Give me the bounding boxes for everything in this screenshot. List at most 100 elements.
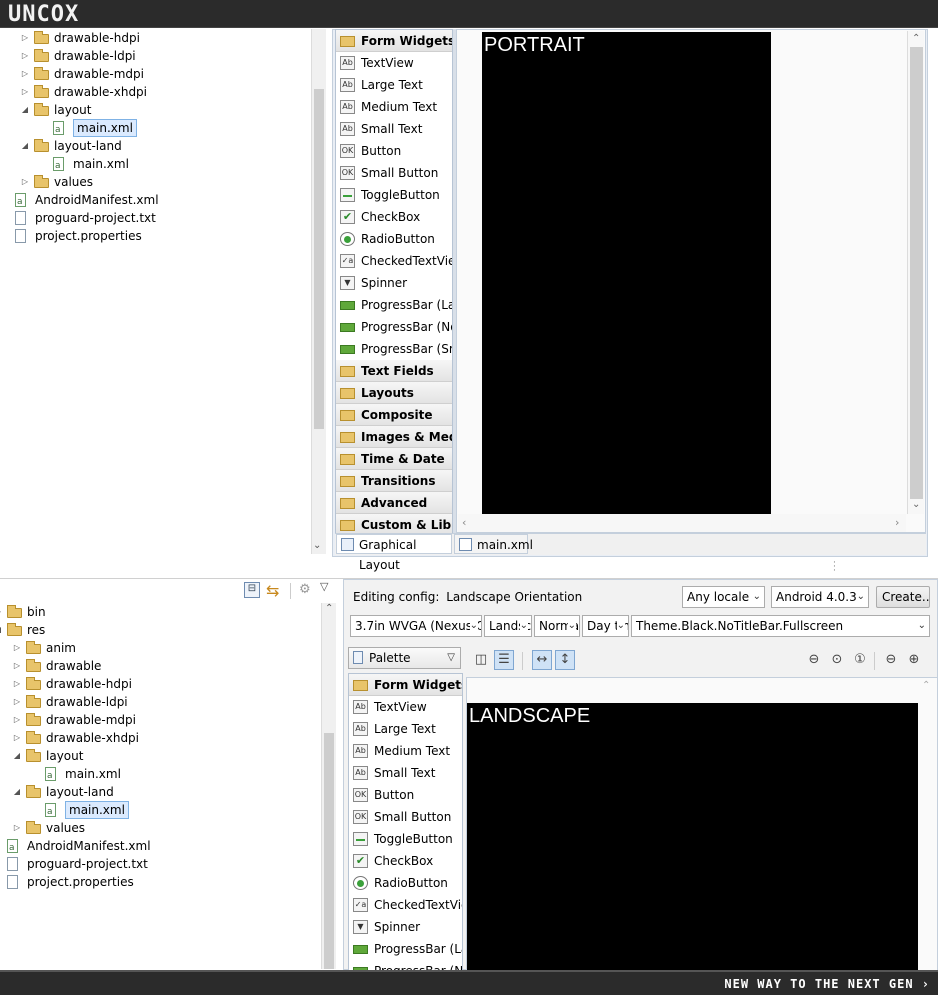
- night-mode-select[interactable]: Day time⌄: [582, 615, 629, 637]
- tree-item-values[interactable]: ▷ values: [0, 819, 300, 837]
- tree-item-project-properties[interactable]: project.properties: [0, 227, 300, 245]
- palette-category-text-fields[interactable]: Text Fields: [336, 360, 452, 382]
- palette-widget-radiobutton[interactable]: RadioButton: [349, 872, 462, 894]
- tree-item-drawable[interactable]: ▷ drawable: [0, 657, 300, 675]
- tree-item-layout-land[interactable]: ◢ layout-land: [0, 137, 300, 155]
- palette-widget-checkedtextview[interactable]: ✓a CheckedTextView: [336, 250, 452, 272]
- locale-select[interactable]: Any locale ⌄: [682, 586, 765, 608]
- bottom-tree-scroll-up-icon[interactable]: ⌃: [325, 603, 333, 614]
- collapsed-arrow-icon[interactable]: ▷: [12, 639, 22, 657]
- canvas-vertical-scrollbar[interactable]: ⌃ ⌄: [907, 31, 924, 514]
- canvas-scroll-down-icon[interactable]: ⌄: [912, 499, 920, 510]
- collapsed-arrow-icon[interactable]: ▷: [12, 819, 22, 837]
- create-config-button[interactable]: Create...: [876, 586, 930, 608]
- tree-item-res[interactable]: ◢ res: [0, 621, 300, 639]
- tree-item-main-xml[interactable]: main.xml: [0, 155, 300, 175]
- palette-widget-button[interactable]: OK Button: [349, 784, 462, 806]
- palette-widget-spinner[interactable]: ▼ Spinner: [349, 916, 462, 938]
- palette-category-form-widgets[interactable]: Form Widgets: [336, 30, 452, 52]
- bottom-tree-scrollbar[interactable]: ⌃: [321, 603, 336, 969]
- tree-item-drawable-ldpi[interactable]: ▷ drawable-ldpi: [0, 47, 300, 65]
- collapsed-arrow-icon[interactable]: ▷: [20, 65, 30, 83]
- scroll-left-icon[interactable]: ‹: [462, 516, 466, 529]
- tree-item-project-properties[interactable]: project.properties: [0, 873, 300, 891]
- canvas-scroll-up-icon[interactable]: ⌃: [912, 33, 920, 44]
- zoom-out-icon[interactable]: ⊖: [881, 650, 901, 670]
- palette-header[interactable]: Palette ▽: [348, 647, 461, 669]
- tree-item-anim[interactable]: ▷ anim: [0, 639, 300, 657]
- palette-category-layouts[interactable]: Layouts: [336, 382, 452, 404]
- palette-widget-small-text[interactable]: Ab Small Text: [349, 762, 462, 784]
- palette-category-time-date[interactable]: Time & Date: [336, 448, 452, 470]
- tree-item-drawable-ldpi[interactable]: ▷ drawable-ldpi: [0, 693, 300, 711]
- layout-vertical-icon[interactable]: ☰: [494, 650, 514, 670]
- theme-select[interactable]: Theme.Black.NoTitleBar.Fullscreen ⌄: [631, 615, 930, 637]
- tree-item-drawable-hdpi[interactable]: ▷ drawable-hdpi: [0, 675, 300, 693]
- canvas-scroll-thumb[interactable]: [910, 47, 923, 499]
- palette-widget-progressbar-normal[interactable]: ProgressBar (Normal): [336, 316, 452, 338]
- palette-widget-checkbox[interactable]: ✔ CheckBox: [336, 206, 452, 228]
- palette-category-advanced[interactable]: Advanced: [336, 492, 452, 514]
- tree-item-main-xml[interactable]: main.xml: [0, 801, 300, 821]
- tree-item-values[interactable]: ▷ values: [0, 173, 300, 191]
- palette-widget-small-button[interactable]: OK Small Button: [349, 806, 462, 828]
- palette-category-images-media[interactable]: Images & Media: [336, 426, 452, 448]
- fill-width-icon[interactable]: ↔: [532, 650, 552, 670]
- palette-widget-large-text[interactable]: Ab Large Text: [336, 74, 452, 96]
- top-tree-scroll-thumb[interactable]: [314, 89, 324, 429]
- tree-item-androidmanifest-xml[interactable]: AndroidManifest.xml: [0, 191, 300, 211]
- tree-item-layout[interactable]: ◢ layout: [0, 101, 300, 119]
- top-tree-scrollbar[interactable]: [311, 29, 326, 554]
- palette-widget-medium-text[interactable]: Ab Medium Text: [336, 96, 452, 118]
- expanded-arrow-icon[interactable]: ◢: [12, 783, 22, 801]
- tab-graphical-layout[interactable]: Graphical Layout: [336, 534, 452, 572]
- tree-item-drawable-mdpi[interactable]: ▷ drawable-mdpi: [0, 65, 300, 83]
- view-menu-dropdown-icon[interactable]: ▽: [320, 580, 328, 593]
- palette-widget-small-button[interactable]: OK Small Button: [336, 162, 452, 184]
- palette-widget-small-text[interactable]: Ab Small Text: [336, 118, 452, 140]
- tree-item-main-xml[interactable]: main.xml: [0, 765, 300, 785]
- collapsed-arrow-icon[interactable]: ▷: [12, 675, 22, 693]
- palette-widget-medium-text[interactable]: Ab Medium Text: [349, 740, 462, 762]
- tree-item-layout-land[interactable]: ◢ layout-land: [0, 783, 300, 801]
- expanded-arrow-icon[interactable]: ◢: [20, 137, 30, 155]
- collapsed-arrow-icon[interactable]: ▷: [12, 711, 22, 729]
- palette-widget-textview[interactable]: Ab TextView: [336, 52, 452, 74]
- palette-category-composite[interactable]: Composite: [336, 404, 452, 426]
- collapsed-arrow-icon[interactable]: ▷: [12, 693, 22, 711]
- palette-category-form-widgets[interactable]: Form Widgets: [349, 674, 462, 696]
- canvas-horizontal-scrollbar[interactable]: ‹ ›: [458, 514, 906, 532]
- expanded-arrow-icon[interactable]: ◢: [12, 747, 22, 765]
- layout-horizontal-icon[interactable]: ◫: [471, 650, 491, 670]
- palette-widget-checkbox[interactable]: ✔ CheckBox: [349, 850, 462, 872]
- link-with-editor-icon[interactable]: ⇆: [266, 581, 279, 600]
- ui-mode-select[interactable]: Normal ⌄: [534, 615, 580, 637]
- expanded-arrow-icon[interactable]: ◢: [0, 621, 3, 639]
- palette-category-transitions[interactable]: Transitions: [336, 470, 452, 492]
- tree-item-proguard-project-txt[interactable]: proguard-project.txt: [0, 855, 300, 873]
- collapsed-arrow-icon[interactable]: ▷: [20, 29, 30, 47]
- palette-widget-progressbar-large[interactable]: ProgressBar (Large): [336, 294, 452, 316]
- zoom-100-icon[interactable]: ①: [850, 650, 870, 670]
- tree-item-drawable-xhdpi[interactable]: ▷ drawable-xhdpi: [0, 83, 300, 101]
- palette-widget-togglebutton[interactable]: ToggleButton: [336, 184, 452, 206]
- api-level-select[interactable]: Android 4.0.3 ⌄: [771, 586, 869, 608]
- palette-widget-textview[interactable]: Ab TextView: [349, 696, 462, 718]
- collapsed-arrow-icon[interactable]: ▷: [12, 729, 22, 747]
- collapsed-arrow-icon[interactable]: ▷: [20, 173, 30, 191]
- palette-widget-togglebutton[interactable]: ToggleButton: [349, 828, 462, 850]
- bottom-tree-scroll-thumb[interactable]: [324, 733, 334, 969]
- tree-item-bin[interactable]: ▷ bin: [0, 603, 300, 621]
- tab-xml-source[interactable]: main.xml: [454, 534, 533, 554]
- tree-item-main-xml[interactable]: main.xml: [0, 119, 300, 139]
- zoom-in-icon[interactable]: ⊕: [904, 650, 924, 670]
- collapsed-arrow-icon[interactable]: ▷: [0, 603, 3, 621]
- orientation-select[interactable]: Landscape⌄: [484, 615, 532, 637]
- palette-widget-checkedtextview[interactable]: ✓a CheckedTextView: [349, 894, 462, 916]
- device-select[interactable]: 3.7in WVGA (Nexus One)⌄: [350, 615, 482, 637]
- split-grip-icon[interactable]: · · ·: [833, 559, 836, 576]
- palette-widget-large-text[interactable]: Ab Large Text: [349, 718, 462, 740]
- palette-widget-spinner[interactable]: ▼ Spinner: [336, 272, 452, 294]
- tree-item-androidmanifest-xml[interactable]: AndroidManifest.xml: [0, 837, 300, 857]
- palette-widget-radiobutton[interactable]: RadioButton: [336, 228, 452, 250]
